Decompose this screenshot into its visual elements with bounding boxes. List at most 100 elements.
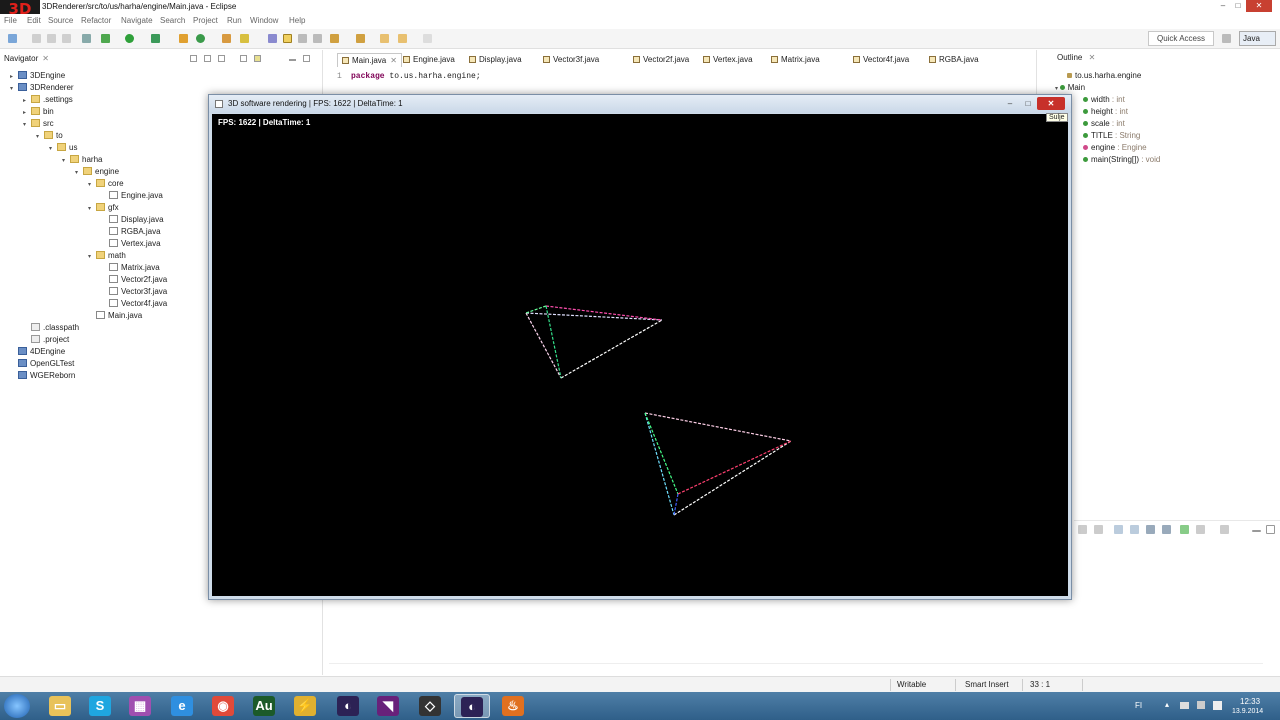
next-annotation-icon[interactable] [330,34,339,43]
perspective-java-button[interactable]: Java [1239,31,1276,46]
back-icon[interactable] [398,34,407,43]
taskbar-eclipse-button[interactable]: ◐ [330,694,366,718]
debug-icon[interactable] [101,34,110,43]
navigator-item[interactable]: ▾ math [88,250,126,262]
outline-member[interactable]: main(String[]) : void [1083,154,1160,166]
horizontal-scrollbar[interactable] [329,663,1263,669]
editor-tab[interactable]: Matrix.java [771,53,820,67]
speaker-icon[interactable] [1213,701,1222,710]
minimize-button[interactable]: – [1216,0,1230,12]
navigator-tab[interactable]: Navigator ✕ [4,52,49,66]
menu-edit[interactable]: Edit [27,16,41,25]
outline-package[interactable]: to.us.harha.engine [1067,70,1141,82]
search-icon[interactable] [240,34,249,43]
expand-icon[interactable]: ▾ [23,119,31,131]
taskbar-flashpoint-button[interactable]: ⚡ [287,694,323,718]
taskbar-java-button[interactable]: ♨ [495,694,531,718]
word-wrap-icon[interactable] [1162,525,1171,534]
block-selection-icon[interactable] [298,34,307,43]
language-indicator[interactable]: FI [1135,701,1142,710]
navigator-item[interactable]: OpenGLTest [10,358,74,370]
close-icon[interactable]: ✕ [1089,53,1096,62]
render-canvas[interactable]: FPS: 1622 | DeltaTime: 1 [212,114,1068,596]
taskbar-visual-studio-button[interactable]: ◥ [370,694,406,718]
close-icon[interactable]: ✕ [390,56,397,65]
open-perspective-icon[interactable] [1222,34,1231,43]
forward-icon[interactable] [423,34,432,43]
quick-access-input[interactable]: Quick Access [1148,31,1214,46]
power-icon[interactable] [1197,701,1205,709]
navigator-item[interactable]: Matrix.java [101,262,160,274]
menu-run[interactable]: Run [227,16,242,25]
menu-source[interactable]: Source [48,16,73,25]
display-selected-icon[interactable] [1196,525,1205,534]
expand-icon[interactable]: ▾ [10,83,18,95]
clock-date[interactable]: 13.9.2014 [1232,708,1263,715]
link-editor-icon[interactable] [254,55,261,62]
outline-tab[interactable]: Outline ✕ [1057,53,1095,62]
expand-icon[interactable]: ▾ [36,131,44,143]
expand-icon[interactable]: ▾ [88,179,96,191]
menu-help[interactable]: Help [289,16,305,25]
taskbar-skype-button[interactable]: S [82,694,118,718]
print-icon[interactable] [62,34,71,43]
prev-annotation-icon[interactable] [356,34,365,43]
navigator-item[interactable]: ▸ 3DEngine [10,70,65,82]
close-button[interactable]: ✕ [1037,97,1065,110]
navigator-item[interactable]: ▾ harha [62,154,102,166]
run-icon[interactable] [125,34,134,43]
skip-breakpoints-icon[interactable] [82,34,91,43]
outline-member[interactable]: TITLE : String [1083,130,1140,142]
close-icon[interactable]: ✕ [42,54,49,63]
navigator-item[interactable]: Vector2f.java [101,274,167,286]
taskbar-chrome-button[interactable]: ◉ [205,694,241,718]
code-line[interactable]: package to.us.harha.engine; [351,72,481,81]
editor-tab[interactable]: RGBA.java [929,53,979,67]
remove-icon[interactable] [1078,525,1087,534]
navigator-item[interactable]: Vector3f.java [101,286,167,298]
minimize-button[interactable]: – [1001,97,1019,110]
outline-member[interactable]: engine : Engine [1083,142,1147,154]
taskbar-explorer-button[interactable]: ▭ [42,694,78,718]
menu-project[interactable]: Project [193,16,218,25]
navigator-item[interactable]: ▾ to [36,130,63,142]
forward-icon[interactable] [204,55,211,62]
outline-member[interactable]: height : int [1083,106,1128,118]
navigator-item[interactable]: Vertex.java [101,238,161,250]
navigator-item[interactable]: WGEReborn [10,370,75,382]
save-all-icon[interactable] [47,34,56,43]
navigator-item[interactable]: ▾ core [88,178,124,190]
editor-tab[interactable]: Vertex.java [703,53,753,67]
navigator-item[interactable]: RGBA.java [101,226,161,238]
navigator-item[interactable]: Main.java [88,310,142,322]
open-console-icon[interactable] [1180,525,1189,534]
start-button[interactable] [4,694,30,718]
editor-tab[interactable]: Main.java ✕ [337,53,402,67]
navigator-item[interactable]: ▾ 3DRenderer [10,82,74,94]
maximize-button[interactable]: □ [1231,0,1245,12]
remove-all-icon[interactable] [1094,525,1103,534]
editor-tab[interactable]: Vector2f.java [633,53,689,67]
highlight-icon[interactable] [283,34,292,43]
new-package-icon[interactable] [196,34,205,43]
menu-file[interactable]: File [4,16,17,25]
new-console-icon[interactable] [1220,525,1229,534]
new-icon[interactable] [8,34,17,43]
navigator-item[interactable]: 4DEngine [10,346,65,358]
menu-window[interactable]: Window [250,16,278,25]
navigator-item[interactable]: ▾ engine [75,166,119,178]
expand-icon[interactable]: ▾ [62,155,70,167]
display-icon[interactable] [1130,525,1139,534]
expand-icon[interactable]: ▾ [75,167,83,179]
clock-time[interactable]: 12:33 [1240,697,1260,706]
menu-search[interactable]: Search [160,16,185,25]
navigator-item[interactable]: Vector4f.java [101,298,167,310]
editor-tab[interactable]: Vector4f.java [853,53,909,67]
editor-tab[interactable]: Engine.java [403,53,455,67]
editor-tab[interactable]: Vector3f.java [543,53,599,67]
close-button[interactable]: ✕ [1246,0,1272,12]
navigator-item[interactable]: Engine.java [101,190,163,202]
navigator-item[interactable]: .project [23,334,69,346]
navigator-item[interactable]: ▸ bin [23,106,54,118]
minimize-view-icon[interactable] [1252,530,1261,532]
